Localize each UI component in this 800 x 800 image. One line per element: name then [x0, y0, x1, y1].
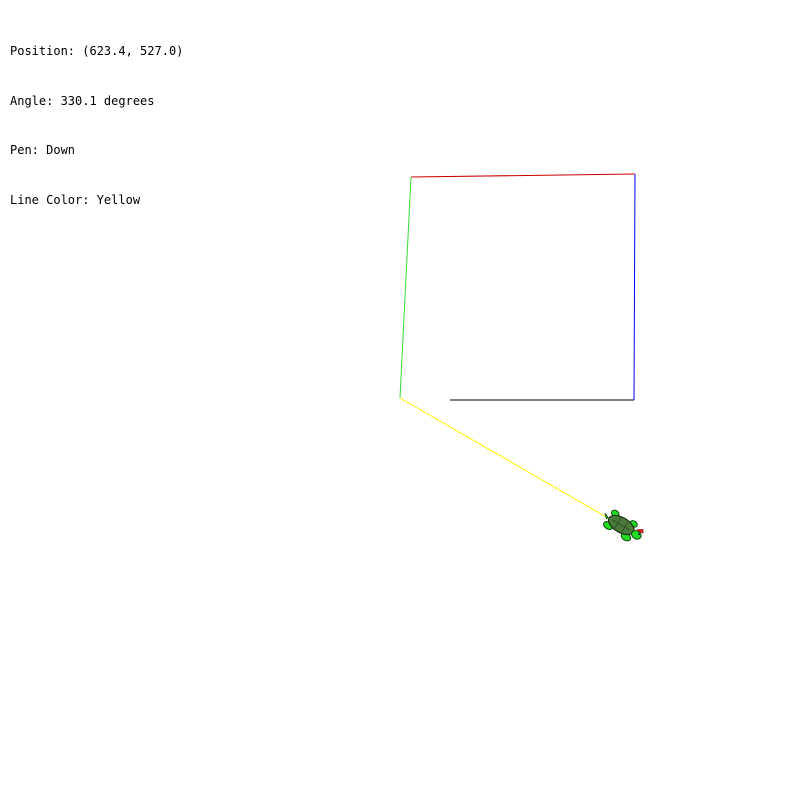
trail-segment-red — [410, 173, 636, 178]
drawing-canvas[interactable] — [0, 0, 800, 800]
trail-segment-yellow — [399, 397, 609, 519]
trail-segment-blue — [633, 173, 636, 401]
turtle-icon — [603, 509, 644, 542]
trail-segment-green — [399, 176, 412, 399]
